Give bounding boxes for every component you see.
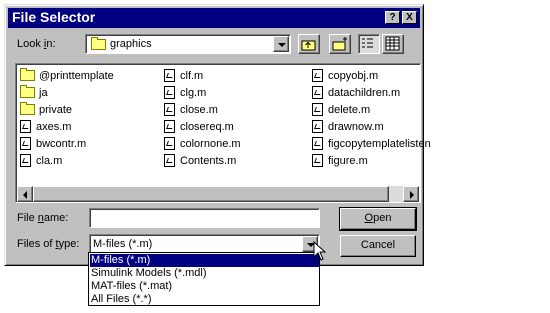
- folder-icon: [91, 37, 106, 50]
- file-type-combo[interactable]: M-files (*.m): [89, 234, 320, 254]
- horizontal-scrollbar[interactable]: [17, 186, 419, 202]
- m-file-icon: [312, 154, 323, 167]
- file-list-item[interactable]: closereq.m: [164, 118, 234, 135]
- file-type-option[interactable]: MAT-files (*.mat): [90, 280, 319, 293]
- file-list-item[interactable]: @printtemplate: [20, 67, 114, 84]
- mouse-cursor-icon: [313, 241, 327, 261]
- create-new-folder-button[interactable]: [329, 34, 351, 54]
- file-type-option[interactable]: All Files (*.*): [90, 293, 319, 306]
- file-list-item[interactable]: bwcontr.m: [20, 135, 86, 152]
- file-list-item[interactable]: axes.m: [20, 118, 71, 135]
- m-file-icon: [20, 137, 31, 150]
- file-list-item-label: colornone.m: [180, 137, 241, 150]
- m-file-icon: [164, 103, 175, 116]
- file-list-item[interactable]: figcopytemplatelisten: [312, 135, 431, 152]
- file-list-item-label: clg.m: [180, 86, 207, 99]
- file-list-item-label: @printtemplate: [39, 69, 114, 82]
- scroll-left-button[interactable]: [17, 186, 33, 202]
- up-one-level-button[interactable]: [298, 34, 320, 54]
- details-view-button[interactable]: [382, 34, 404, 54]
- file-list-item-label: ja: [39, 86, 48, 99]
- m-file-icon: [312, 86, 323, 99]
- file-list-item[interactable]: close.m: [164, 101, 218, 118]
- look-in-combo[interactable]: graphics: [85, 34, 291, 54]
- file-list-item-label: cla.m: [36, 154, 63, 167]
- folder-icon: [20, 102, 35, 115]
- details-view-icon: [385, 36, 400, 51]
- file-list-item-label: bwcontr.m: [36, 137, 87, 150]
- cancel-button[interactable]: Cancel: [340, 235, 416, 257]
- file-list-item[interactable]: clf.m: [164, 67, 203, 84]
- file-list-item-label: private: [39, 103, 73, 116]
- file-type-value: M-files (*.m): [93, 238, 153, 250]
- help-button[interactable]: ?: [385, 11, 400, 24]
- look-in-label: Look in:: [17, 38, 56, 50]
- file-list-item[interactable]: colornone.m: [164, 135, 241, 152]
- file-list-item-label: clf.m: [180, 69, 204, 82]
- scroll-thumb[interactable]: [33, 186, 389, 202]
- file-list-item[interactable]: clg.m: [164, 84, 206, 101]
- m-file-icon: [312, 103, 323, 116]
- file-list-item[interactable]: delete.m: [312, 101, 370, 118]
- file-list-item-label: datachildren.m: [328, 86, 401, 99]
- file-list-item[interactable]: copyobj.m: [312, 67, 378, 84]
- file-name-input[interactable]: [89, 208, 320, 228]
- file-list-item-label: Contents.m: [180, 154, 237, 167]
- file-list-item[interactable]: ja: [20, 84, 48, 101]
- chevron-down-icon: [278, 43, 286, 47]
- file-list-item-label: figure.m: [328, 154, 368, 167]
- file-list-item[interactable]: figure.m: [312, 152, 368, 169]
- list-view-button[interactable]: [358, 34, 380, 54]
- file-type-option[interactable]: Simulink Models (*.mdl): [90, 267, 319, 280]
- file-list-item-label: axes.m: [36, 120, 72, 133]
- file-type-option[interactable]: M-files (*.m): [90, 254, 319, 267]
- arrow-left-icon: [23, 191, 27, 199]
- file-list-item-label: delete.m: [328, 103, 371, 116]
- m-file-icon: [312, 69, 323, 82]
- m-file-icon: [20, 154, 31, 167]
- file-list-item-label: close.m: [180, 103, 218, 116]
- list-view-icon: [362, 38, 373, 48]
- file-list-item-label: figcopytemplatelisten: [328, 137, 431, 150]
- file-list-item[interactable]: private: [20, 101, 72, 118]
- title-bar[interactable]: File Selector ? X: [8, 8, 420, 28]
- file-list-item-label: closereq.m: [180, 120, 234, 133]
- window-title: File Selector: [12, 9, 96, 25]
- scroll-right-button[interactable]: [403, 186, 419, 202]
- file-list-item[interactable]: cla.m: [20, 152, 62, 169]
- close-button[interactable]: X: [402, 11, 417, 24]
- m-file-icon: [164, 86, 175, 99]
- m-file-icon: [312, 137, 323, 150]
- file-list-item-label: copyobj.m: [328, 69, 379, 82]
- m-file-icon: [164, 120, 175, 133]
- file-list-item[interactable]: datachildren.m: [312, 84, 400, 101]
- arrow-right-icon: [410, 191, 414, 199]
- file-name-label: File name:: [17, 212, 69, 224]
- m-file-icon: [20, 120, 31, 133]
- file-type-label: Files of type:: [17, 238, 80, 250]
- file-type-dropdown-list[interactable]: M-files (*.m) Simulink Models (*.mdl) MA…: [88, 252, 320, 306]
- open-button[interactable]: Open: [339, 207, 417, 231]
- folder-icon: [20, 85, 35, 98]
- new-folder-icon: [332, 37, 347, 51]
- file-selector-dialog: File Selector ? X Look in: graphics @pri…: [4, 4, 431, 266]
- file-list-item[interactable]: drawnow.m: [312, 118, 384, 135]
- folder-icon: [20, 68, 35, 81]
- m-file-icon: [164, 137, 175, 150]
- m-file-icon: [164, 69, 175, 82]
- file-list[interactable]: @printtemplate ja private axes.m bwcontr.m cl…: [15, 63, 431, 203]
- look-in-value: graphics: [110, 38, 152, 50]
- file-list-item-label: drawnow.m: [328, 120, 384, 133]
- up-folder-icon: [301, 40, 316, 51]
- m-file-icon: [312, 120, 323, 133]
- m-file-icon: [164, 154, 175, 167]
- look-in-dropdown-button[interactable]: [273, 36, 289, 52]
- file-list-item[interactable]: Contents.m: [164, 152, 236, 169]
